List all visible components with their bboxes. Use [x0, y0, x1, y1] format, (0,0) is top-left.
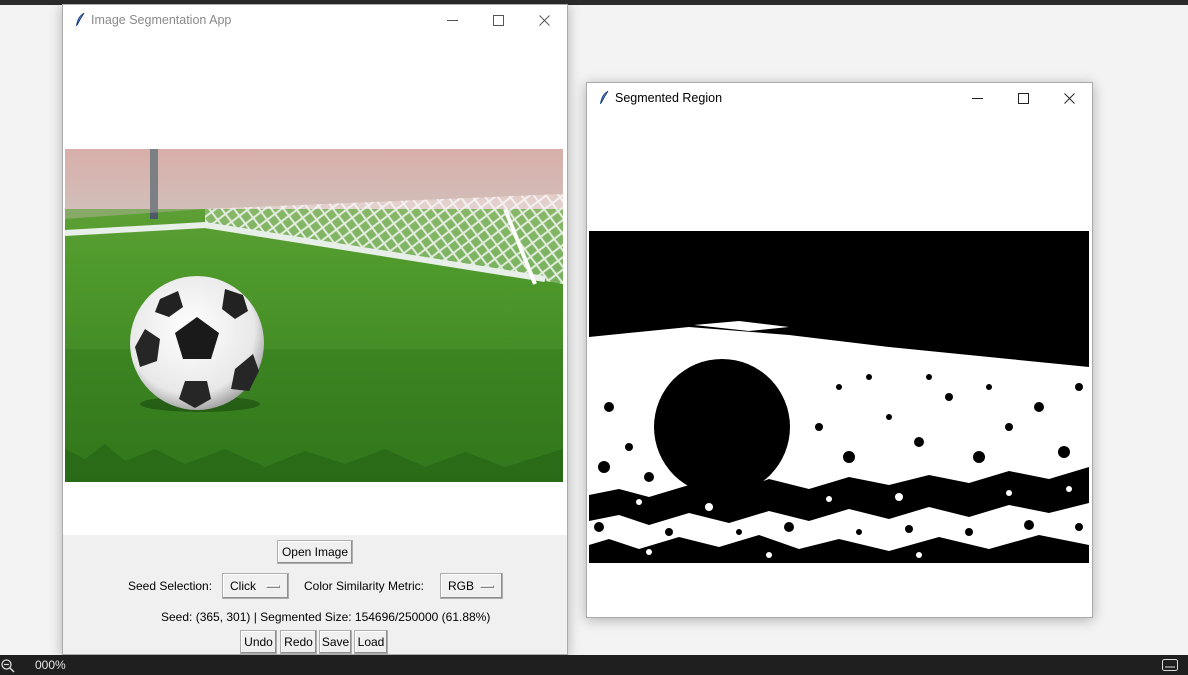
zoom-level-text: 000%: [35, 658, 66, 672]
close-icon: [1063, 92, 1075, 104]
image-canvas[interactable]: [63, 36, 567, 535]
segmented-canvas: [587, 114, 1092, 617]
color-metric-dropdown[interactable]: RGB: [440, 573, 503, 599]
controls-panel: Open Image Seed Selection: Click Color S…: [63, 535, 567, 654]
redo-button[interactable]: Redo: [280, 630, 317, 654]
load-button[interactable]: Load: [354, 630, 388, 654]
dropdown-indicator-icon: [480, 585, 494, 588]
binary-mask: [589, 227, 1089, 563]
zoom-out-icon[interactable]: [1, 659, 15, 673]
main-window-titlebar[interactable]: Image Segmentation App: [63, 5, 567, 35]
seed-selection-label: Seed Selection:: [128, 579, 213, 593]
dropdown-indicator-icon: [266, 585, 280, 588]
minimize-button[interactable]: [954, 83, 1000, 113]
maximize-button[interactable]: [475, 5, 521, 35]
feather-icon: [600, 90, 609, 104]
seed-selection-value: Click: [230, 579, 256, 593]
open-image-button[interactable]: Open Image: [277, 540, 353, 564]
segmented-region-window: Segmented Region: [586, 82, 1093, 618]
seed-selection-dropdown[interactable]: Click: [222, 573, 289, 599]
color-metric-label: Color Similarity Metric:: [304, 579, 425, 593]
main-window: Image Segmentation App Open Image Seed S…: [62, 4, 568, 655]
maximize-icon: [492, 14, 504, 26]
minimize-icon: [446, 19, 458, 21]
segmented-window-title: Segmented Region: [615, 91, 723, 105]
save-button[interactable]: Save: [319, 630, 352, 654]
segmented-window-titlebar[interactable]: Segmented Region: [587, 83, 1092, 113]
minimize-icon: [971, 97, 983, 99]
close-button[interactable]: [521, 5, 567, 35]
maximize-button[interactable]: [1000, 83, 1046, 113]
keyboard-icon[interactable]: [1162, 659, 1178, 671]
feather-icon: [76, 12, 85, 26]
close-icon: [538, 14, 550, 26]
color-metric-value: RGB: [448, 579, 475, 593]
undo-button[interactable]: Undo: [240, 630, 277, 654]
close-button[interactable]: [1046, 83, 1092, 113]
status-text: Seed: (365, 301) | Segmented Size: 15469…: [161, 610, 491, 624]
minimize-button[interactable]: [429, 5, 475, 35]
main-window-title: Image Segmentation App: [91, 13, 232, 27]
bottom-bar: 000%: [0, 655, 1188, 675]
maximize-icon: [1017, 92, 1029, 104]
soccer-ball-photo[interactable]: [65, 149, 563, 482]
